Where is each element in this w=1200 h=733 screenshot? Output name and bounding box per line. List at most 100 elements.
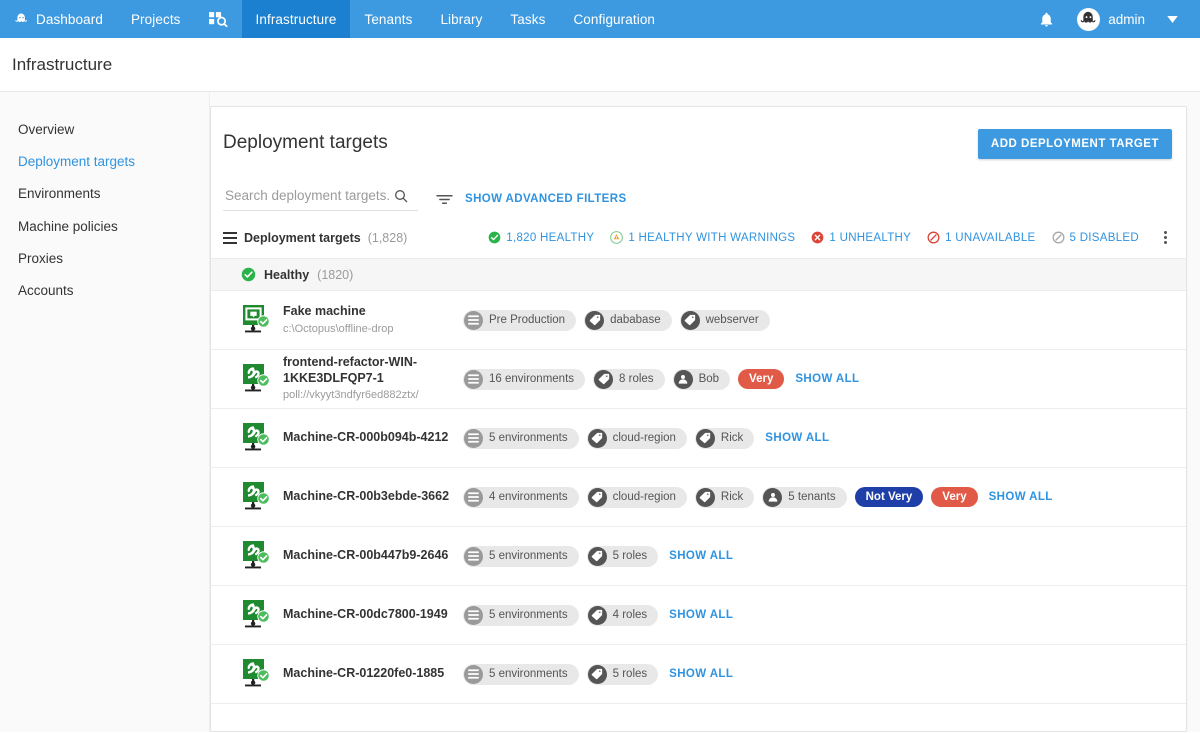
tag-icon [696,429,715,448]
status-chip-unhealthy[interactable]: 1 UNHEALTHY [811,231,911,244]
chip-role[interactable]: cloud-region [587,487,687,508]
tag-pill[interactable]: Very [931,487,977,507]
page-body: OverviewDeployment targets Environments Ma… [0,92,1200,732]
nav-right-group: admin [1029,0,1200,38]
nav-item-project-search-icon[interactable] [195,0,242,38]
status-chip-disabled[interactable]: 5 DISABLED [1052,231,1139,244]
disabled-icon [1052,231,1065,244]
deployment-target-row[interactable]: Machine-CR-00b447b9-26465 environments5 … [211,527,1186,586]
environment-icon [464,488,483,507]
sidebar-item-deployment-targets[interactable]: Deployment targets [0,146,209,178]
show-all-link[interactable]: SHOW ALL [795,373,859,385]
show-advanced-filters-link[interactable]: SHOW ADVANCED FILTERS [465,193,627,205]
nav-item-projects[interactable]: Projects [117,0,195,38]
tag-pill[interactable]: Not Very [855,487,924,507]
show-all-link[interactable]: SHOW ALL [669,668,733,680]
deployment-target-row[interactable]: Machine-CR-00dc7800-19495 environments4 … [211,586,1186,645]
chip-environment[interactable]: 16 environments [463,369,585,390]
deployment-target-row[interactable]: Machine-CR-000b094b-4212 5 environments cl… [211,409,1186,468]
chip-environment[interactable]: 5 environments [463,664,579,685]
nav-items: Dashboard Projects Infrastructure TenantsLi… [0,0,669,38]
filter-icon[interactable] [436,193,453,206]
chip-environment[interactable]: 4 environments [463,487,579,508]
tag-pill[interactable]: Very [738,369,784,389]
add-deployment-target-button[interactable]: ADD DEPLOYMENT TARGET [978,129,1172,159]
deployment-target-row[interactable]: frontend-refactor-WIN-1KKE3DLFQP7-1poll:… [211,350,1186,409]
chip-label: cloud-region [613,491,676,503]
show-all-link[interactable]: SHOW ALL [669,609,733,621]
tentacle-target-icon [241,422,283,454]
deployment-target-row[interactable]: Machine-CR-00b3ebde-3662 4 environments cl… [211,468,1186,527]
sidebar-item-proxies[interactable]: Proxies [0,243,209,275]
chip-role[interactable]: 5 roles [587,664,659,685]
target-name-block: Machine-CR-00b3ebde-3662 [283,489,463,505]
nav-item-configuration[interactable]: Configuration [559,0,669,38]
chip-tenant[interactable]: Bob [673,369,730,390]
chip-environment[interactable]: 5 environments [463,428,579,449]
nav-item-library[interactable]: Library [426,0,496,38]
deployment-target-row[interactable]: Machine-CR-01220fe0-18855 environments5 … [211,645,1186,704]
main-content: Deployment targets ADD DEPLOYMENT TARGET [210,92,1200,732]
sidebar-item-machine-policies[interactable]: Machine policies [0,211,209,243]
nav-item-dashboard[interactable]: Dashboard [0,0,117,38]
chip-environment[interactable]: 5 environments [463,605,579,626]
nav-item-label: Configuration [573,12,655,27]
chip-role[interactable]: dababase [584,310,672,331]
nav-item-tenants[interactable]: Tenants [350,0,426,38]
nav-item-infrastructure[interactable]: Infrastructure [242,0,351,38]
chip-label: 5 roles [613,550,648,562]
target-chips: 5 environments 4 roles SHOW ALL [463,605,733,626]
search-field-wrapper [223,187,418,211]
search-icon[interactable] [393,188,409,204]
chip-role[interactable]: cloud-region [587,428,687,449]
chip-environment[interactable]: 5 environments [463,546,579,567]
chip-role[interactable]: webserver [680,310,770,331]
status-chip-unavailable[interactable]: 1 UNAVAILABLE [927,231,1035,244]
user-menu[interactable]: admin [1067,8,1151,31]
top-navigation-bar: Dashboard Projects Infrastructure TenantsLi… [0,0,1200,38]
show-all-link[interactable]: SHOW ALL [669,550,733,562]
chip-label: Pre Production [489,314,565,326]
chip-role[interactable]: Rick [695,487,754,508]
octopus-icon [14,12,29,27]
card-header: Deployment targets ADD DEPLOYMENT TARGET [211,107,1186,159]
notification-bell-icon[interactable] [1029,2,1063,36]
status-chip-group: 1,820 HEALTHY 1 HEALTHY WITH WARNINGS 1 UN… [472,227,1176,248]
deployment-target-row[interactable]: Fake machinec:\Octopus\offline-dropPre P… [211,291,1186,350]
show-all-link[interactable]: SHOW ALL [765,432,829,444]
target-name-block: frontend-refactor-WIN-1KKE3DLFQP7-1poll:… [283,355,463,403]
sidebar-item-environments[interactable]: Environments [0,178,209,210]
chip-role[interactable]: 4 roles [587,605,659,626]
sidebar-item-label: Environments [18,186,101,201]
status-chip-healthy[interactable]: 1,820 HEALTHY [488,231,594,244]
search-input[interactable] [223,187,393,204]
target-name: Machine-CR-00b3ebde-3662 [283,489,455,505]
chip-label: 5 tenants [788,491,835,503]
tag-icon [588,429,607,448]
sidebar-item-overview[interactable]: Overview [0,114,209,146]
environment-icon [464,606,483,625]
more-options-icon[interactable] [1158,227,1173,248]
chip-role[interactable]: 5 roles [587,546,659,567]
nav-item-label: Projects [131,12,181,27]
tag-icon [696,488,715,507]
chip-label: Bob [699,373,719,385]
group-count: (1820) [317,268,353,282]
chip-label: 16 environments [489,373,574,385]
nav-item-tasks[interactable]: Tasks [496,0,559,38]
chip-role[interactable]: 8 roles [593,369,665,390]
nav-item-label: Infrastructure [256,12,337,27]
chip-environment[interactable]: Pre Production [463,310,576,331]
tag-icon [588,606,607,625]
show-all-link[interactable]: SHOW ALL [989,491,1053,503]
sidebar-item-accounts[interactable]: Accounts [0,275,209,307]
status-chip-label: 1,820 HEALTHY [506,232,594,244]
group-header-healthy[interactable]: Healthy (1820) [211,259,1186,291]
chevron-down-icon[interactable] [1155,16,1188,23]
status-chip-healthy-with-warnings[interactable]: 1 HEALTHY WITH WARNINGS [610,231,795,244]
chip-tenant[interactable]: 5 tenants [762,487,846,508]
environment-icon [464,311,483,330]
target-chips: 5 environments 5 roles SHOW ALL [463,546,733,567]
target-name: Machine-CR-000b094b-4212 [283,430,455,446]
chip-role[interactable]: Rick [695,428,754,449]
